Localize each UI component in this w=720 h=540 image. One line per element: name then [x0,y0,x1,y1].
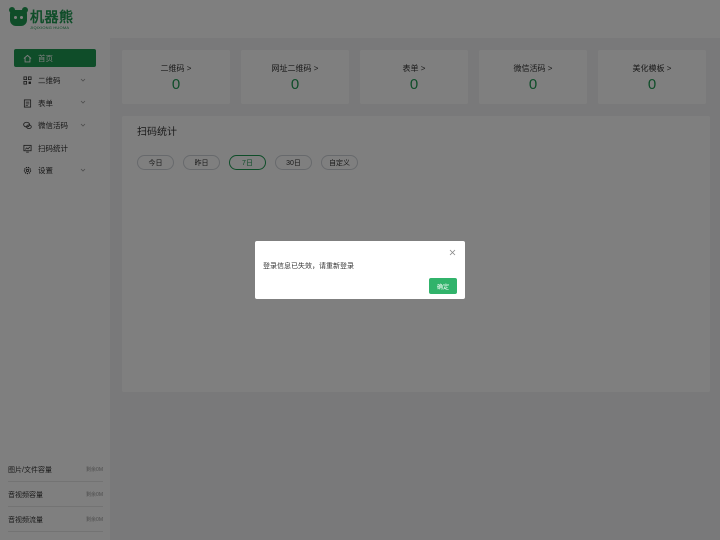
dialog-message: 登录信息已失效，请重新登录 [263,263,354,270]
close-icon[interactable] [449,249,456,256]
session-expired-dialog: 登录信息已失效，请重新登录 确定 [255,241,465,299]
confirm-button[interactable]: 确定 [429,278,457,294]
